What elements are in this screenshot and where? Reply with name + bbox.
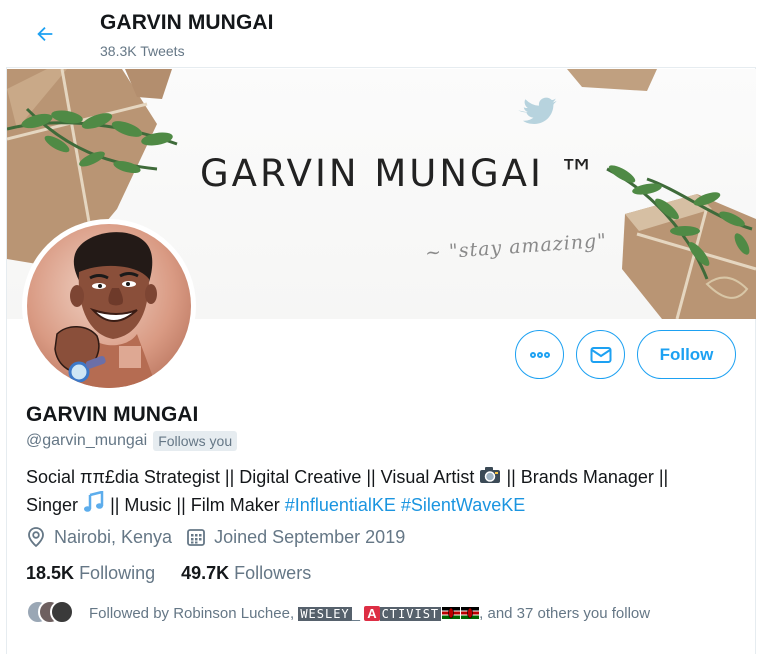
followers-count: 49.7K — [181, 563, 230, 583]
tweet-count: 38.3K Tweets — [100, 43, 185, 59]
handle-row: @garvin_mungai Follows you — [26, 431, 238, 451]
follower-avatars — [26, 600, 78, 624]
follower-avatar — [50, 600, 74, 624]
joined-item: Joined September 2019 — [186, 527, 405, 548]
avatar-image — [27, 224, 191, 388]
profile-meta: Nairobi, Kenya Joined September 2019 — [26, 526, 419, 548]
location-text: Nairobi, Kenya — [54, 526, 173, 547]
following-link[interactable]: 18.5K Following — [26, 563, 155, 584]
bio-text-1: Social ππ£dia Strategist || Digital Crea… — [26, 467, 475, 487]
ellipsis-icon — [529, 351, 550, 358]
location-pin-icon — [28, 527, 44, 548]
follower-name-wesley-tail: _ — [351, 605, 361, 622]
music-notes-icon — [83, 490, 105, 519]
follower-name-wesley: WESLEY — [298, 607, 352, 621]
avatar[interactable] — [22, 219, 196, 393]
following-label: Following — [79, 563, 156, 583]
joined-text: Joined September 2019 — [214, 526, 406, 547]
avatar-caricature — [54, 232, 157, 388]
calendar-icon — [187, 529, 205, 546]
bio-text-1b: || Brands Manager || — [506, 467, 669, 487]
header-name: GARVIN MUNGAI — [100, 11, 274, 34]
profile-name: GARVIN MUNGAI — [26, 403, 199, 426]
following-count: 18.5K — [26, 563, 75, 583]
followers-link[interactable]: 49.7K Followers — [181, 563, 311, 584]
back-arrow-icon — [37, 26, 53, 42]
kenya-flag-icon — [442, 607, 461, 619]
followed-by-suffix: , and 37 others you follow — [479, 605, 651, 622]
message-button[interactable] — [576, 330, 625, 379]
more-options-button[interactable] — [515, 330, 564, 379]
followed-by-text: Followed by Robinson Luchee, WESLEY _ A CT… — [89, 602, 729, 626]
follows-you-badge: Follows you — [153, 431, 238, 451]
follow-button[interactable]: Follow — [637, 330, 736, 379]
back-button[interactable] — [28, 17, 62, 51]
profile-handle: @garvin_mungai — [26, 432, 148, 449]
follower-name-activist: CTIVIST — [379, 607, 442, 621]
bio-text-2a: Singer — [26, 495, 79, 515]
hashtag-influentialke[interactable]: #InfluentialKE — [285, 495, 396, 515]
camera-icon — [479, 465, 501, 491]
follow-stats: 18.5K Following 49.7K Followers — [26, 563, 337, 584]
location-item: Nairobi, Kenya — [26, 526, 172, 548]
bio-text-2b: || Music || Film Maker — [110, 495, 280, 515]
followers-label: Followers — [234, 563, 312, 583]
hashtag-silentwaveke[interactable]: #SilentWaveKE — [401, 495, 525, 515]
followed-by-prefix: Followed by Robinson Luchee, — [89, 605, 295, 622]
kenya-flag-icon — [461, 607, 480, 619]
letter-a-badge: A — [364, 606, 380, 621]
envelope-icon — [590, 346, 611, 363]
profile-header-bar: GARVIN MUNGAI 38.3K Tweets — [6, 0, 756, 68]
banner-title: GARVIN MUNGAI ™ — [200, 152, 599, 195]
profile-bio: Social ππ£dia Strategist || Digital Crea… — [26, 465, 726, 519]
